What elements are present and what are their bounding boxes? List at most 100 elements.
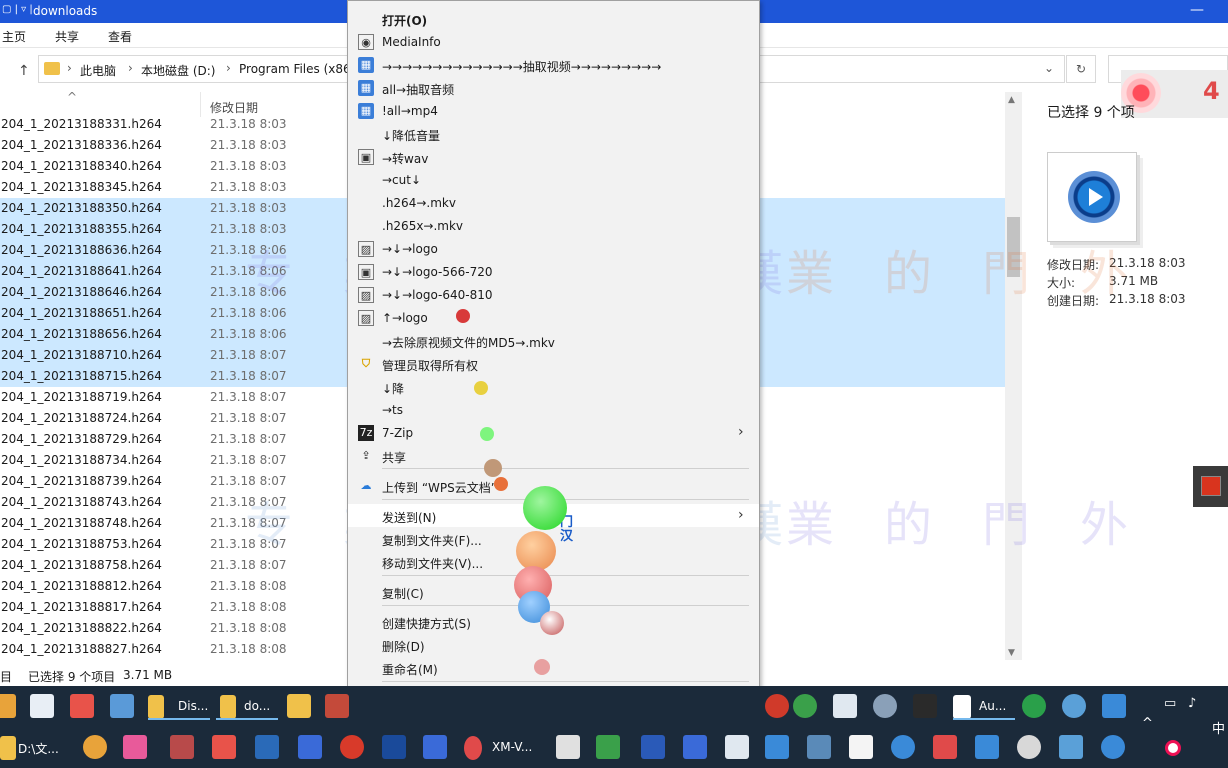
app-icon[interactable]	[30, 694, 54, 718]
menu-item[interactable]: 7z 7-Zip ›	[348, 421, 759, 444]
table-row[interactable]: 204_1_20213188822.h264 21.3.18 8:08	[0, 618, 348, 639]
app-icon[interactable]	[913, 694, 937, 718]
table-row[interactable]: 204_1_20213188827.h264 21.3.18 8:08	[0, 639, 348, 660]
cloud-icon[interactable]	[1059, 735, 1083, 759]
app-icon[interactable]	[340, 735, 364, 759]
menu-item[interactable]: ⇪ 共享	[348, 444, 759, 467]
taskbar-window-xm[interactable]: XM-V...	[464, 735, 538, 761]
table-row[interactable]: 204_1_20213188656.h264 21.3.18 8:06	[0, 324, 348, 345]
taskbar-window-au[interactable]: Au...	[953, 694, 1015, 720]
menu-item[interactable]: 复制(C)	[348, 580, 759, 603]
app-icon[interactable]	[170, 735, 194, 759]
table-row[interactable]: 204_1_20213188710.h264 21.3.18 8:07	[0, 345, 348, 366]
table-row[interactable]: 204_1_20213188729.h264 21.3.18 8:07	[0, 429, 348, 450]
tab-share[interactable]: 共享	[55, 28, 79, 45]
app-icon[interactable]	[423, 735, 447, 759]
menu-item[interactable]: ▨ ↑→logo	[348, 306, 759, 329]
app-icon[interactable]	[325, 694, 349, 718]
table-row[interactable]: 204_1_20213188724.h264 21.3.18 8:07	[0, 408, 348, 429]
table-row[interactable]: 204_1_20213188350.h264 21.3.18 8:03	[0, 198, 348, 219]
menu-item[interactable]: ↓降	[348, 375, 759, 398]
app-icon[interactable]	[1102, 694, 1126, 718]
menu-item[interactable]: →ts	[348, 398, 759, 421]
app-icon[interactable]	[683, 735, 707, 759]
app-icon[interactable]	[596, 735, 620, 759]
taskbar-window-dis[interactable]: Dis...	[148, 694, 210, 720]
breadcrumb-this-pc[interactable]: 此电脑	[80, 62, 116, 79]
menu-item[interactable]: ▦ !all→mp4	[348, 99, 759, 122]
app-icon[interactable]	[873, 694, 897, 718]
app-icon[interactable]	[255, 735, 279, 759]
table-row[interactable]: 204_1_20213188758.h264 21.3.18 8:07	[0, 555, 348, 576]
title-quick-access-icons[interactable]: ▢ | ▿ |	[2, 4, 33, 15]
menu-item[interactable]: ↓降低音量	[348, 122, 759, 145]
menu-item[interactable]: .h265x→.mkv	[348, 214, 759, 237]
app-icon[interactable]	[212, 735, 236, 759]
tab-view[interactable]: 查看	[108, 28, 132, 45]
address-history-chevron-icon[interactable]: ⌄	[1044, 61, 1054, 75]
ie-icon[interactable]	[891, 735, 915, 759]
app-icon[interactable]	[725, 735, 749, 759]
app-icon[interactable]	[765, 694, 789, 718]
document-icon[interactable]	[849, 735, 873, 759]
record-tray-icon[interactable]	[1165, 740, 1181, 756]
chrome-icon[interactable]	[83, 735, 107, 759]
app-icon[interactable]	[833, 694, 857, 718]
menu-item[interactable]: ▦ all→抽取音频	[348, 76, 759, 99]
table-row[interactable]: 204_1_20213188715.h264 21.3.18 8:07	[0, 366, 348, 387]
menu-item[interactable]: →cut↓	[348, 168, 759, 191]
app-icon[interactable]	[70, 694, 94, 718]
tab-home[interactable]: 主页	[2, 28, 26, 45]
scroll-up-icon[interactable]: ▲	[1008, 95, 1015, 105]
table-row[interactable]: 204_1_20213188651.h264 21.3.18 8:06	[0, 303, 348, 324]
app-icon[interactable]	[641, 735, 665, 759]
menu-item[interactable]: .h264→.mkv	[348, 191, 759, 214]
up-arrow-icon[interactable]: ↑	[18, 63, 30, 79]
table-row[interactable]: 204_1_20213188734.h264 21.3.18 8:07	[0, 450, 348, 471]
volume-icon[interactable]: ♪	[1188, 696, 1196, 711]
webcam-icon[interactable]	[1017, 735, 1041, 759]
table-row[interactable]: 204_1_20213188340.h264 21.3.18 8:03	[0, 156, 348, 177]
app-icon[interactable]	[793, 694, 817, 718]
app-icon[interactable]	[556, 735, 580, 759]
app-icon[interactable]	[807, 735, 831, 759]
table-row[interactable]: 204_1_20213188812.h264 21.3.18 8:08	[0, 576, 348, 597]
app-icon[interactable]	[975, 735, 999, 759]
breadcrumb-program-files[interactable]: Program Files (x86)	[239, 62, 355, 76]
menu-item[interactable]: ▣ →转wav	[348, 145, 759, 168]
app-icon[interactable]	[382, 735, 406, 759]
app-icon[interactable]	[298, 735, 322, 759]
browser-icon[interactable]	[0, 694, 16, 718]
table-row[interactable]: 204_1_20213188336.h264 21.3.18 8:03	[0, 135, 348, 156]
app-icon[interactable]	[287, 694, 311, 718]
breadcrumb-drive-d[interactable]: 本地磁盘 (D:)	[141, 62, 215, 79]
table-row[interactable]: 204_1_20213188345.h264 21.3.18 8:03	[0, 177, 348, 198]
table-row[interactable]: 204_1_20213188817.h264 21.3.18 8:08	[0, 597, 348, 618]
app-icon[interactable]	[1062, 694, 1086, 718]
menu-item[interactable]: ▨ →↓→logo-640-810	[348, 283, 759, 306]
menu-item[interactable]: 删除(D)	[348, 633, 759, 656]
refresh-button[interactable]: ↻	[1066, 55, 1096, 83]
wechat-icon[interactable]	[1022, 694, 1046, 718]
scroll-down-icon[interactable]: ▼	[1008, 648, 1015, 658]
network-icon[interactable]: ▭	[1164, 696, 1176, 711]
table-row[interactable]: 204_1_20213188331.h264 21.3.18 8:03	[0, 114, 348, 135]
app-icon[interactable]	[933, 735, 957, 759]
menu-item[interactable]: ▦ →→→→→→→→→→→→→→抽取视频→→→→→→→→→	[348, 53, 759, 76]
app-icon[interactable]	[765, 735, 789, 759]
menu-item[interactable]: ▨ →↓→logo	[348, 237, 759, 260]
taskbar-window-d-drive[interactable]: D:\文...	[0, 735, 62, 761]
stop-recording-button[interactable]	[1193, 466, 1228, 507]
menu-item[interactable]: ⛉ 管理员取得所有权	[348, 352, 759, 375]
menu-item[interactable]: 重命名(M)	[348, 656, 759, 679]
app-icon[interactable]	[123, 735, 147, 759]
menu-item[interactable]: ▣ →↓→logo-566-720	[348, 260, 759, 283]
menu-item[interactable]: →去除原视频文件的MD5→.mkv	[348, 329, 759, 352]
ie-icon[interactable]	[1101, 735, 1125, 759]
table-row[interactable]: 204_1_20213188719.h264 21.3.18 8:07	[0, 387, 348, 408]
menu-item[interactable]: 打开(O)	[348, 7, 759, 30]
app-icon[interactable]	[110, 694, 134, 718]
minimize-button[interactable]: —	[1190, 2, 1204, 18]
menu-item[interactable]: ◉ MediaInfo	[348, 30, 759, 53]
taskbar-window-downloads[interactable]: do...	[216, 694, 278, 720]
